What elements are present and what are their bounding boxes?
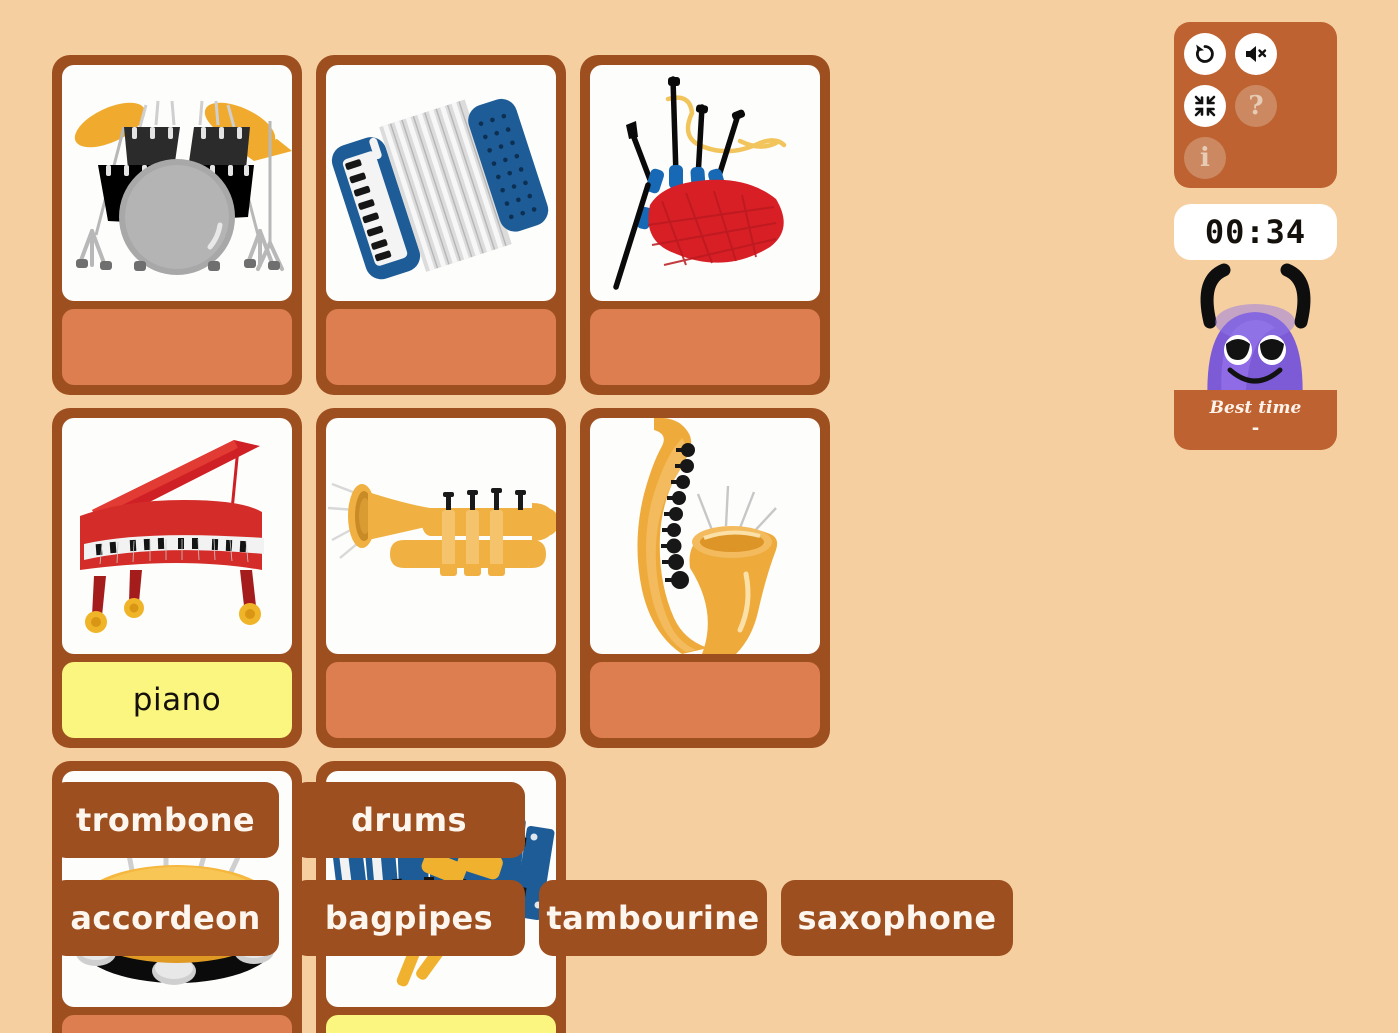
word-bank: trombone drums accordeon bagpipes tambou… [52,782,1112,978]
control-panel: ? i [1174,22,1337,188]
timer-value: 00:34 [1204,213,1307,251]
instrument-card-accordion[interactable] [316,55,566,395]
accordion-image [326,65,556,301]
instrument-card-saxophone[interactable] [580,408,830,748]
info-button[interactable]: i [1184,137,1226,179]
answer-slot[interactable] [62,1015,292,1033]
instrument-card-trumpet[interactable] [316,408,566,748]
word-bank-row-1: trombone drums [52,782,1112,858]
best-time-panel: Best time - [1174,390,1337,450]
sound-muted-icon [1243,41,1269,67]
answer-slot-text: piano [132,682,222,718]
answer-slot[interactable] [326,309,556,385]
exit-fullscreen-icon [1192,93,1218,119]
answer-slot[interactable] [590,309,820,385]
best-time-label: Best time [1209,398,1302,418]
help-button[interactable]: ? [1235,85,1277,127]
mute-button[interactable] [1235,33,1277,75]
bagpipes-image [590,65,820,301]
game-stage: piano trombone drums accordeon bagpipes … [0,0,1398,1033]
answer-slot[interactable] [590,662,820,738]
word-chip-accordeon[interactable]: accordeon [52,880,279,956]
restart-button[interactable] [1184,33,1226,75]
restart-icon [1192,41,1218,67]
answer-slot[interactable] [62,309,292,385]
answer-slot[interactable]: xylophone [326,1015,556,1033]
instrument-card-drums[interactable] [52,55,302,395]
word-chip-trombone[interactable]: trombone [52,782,279,858]
word-chip-drums[interactable]: drums [293,782,525,858]
word-bank-row-2: accordeon bagpipes tambourine saxophone [52,880,1112,956]
answer-slot[interactable] [326,662,556,738]
word-chip-bagpipes[interactable]: bagpipes [293,880,525,956]
info-icon: i [1200,143,1210,173]
saxophone-image [590,418,820,654]
question-mark-icon: ? [1248,91,1264,121]
word-chip-tambourine[interactable]: tambourine [539,880,767,956]
drums-image [62,65,292,301]
instrument-card-piano[interactable]: piano [52,408,302,748]
instrument-card-bagpipes[interactable] [580,55,830,395]
word-chip-saxophone[interactable]: saxophone [781,880,1013,956]
answer-slot[interactable]: piano [62,662,292,738]
piano-image [62,418,292,654]
fullscreen-button[interactable] [1184,85,1226,127]
best-time-value: - [1251,418,1260,439]
timer: 00:34 [1174,204,1337,260]
trumpet-image [326,418,556,654]
right-rail: ? i 00:34 Best time - [1174,22,1337,450]
